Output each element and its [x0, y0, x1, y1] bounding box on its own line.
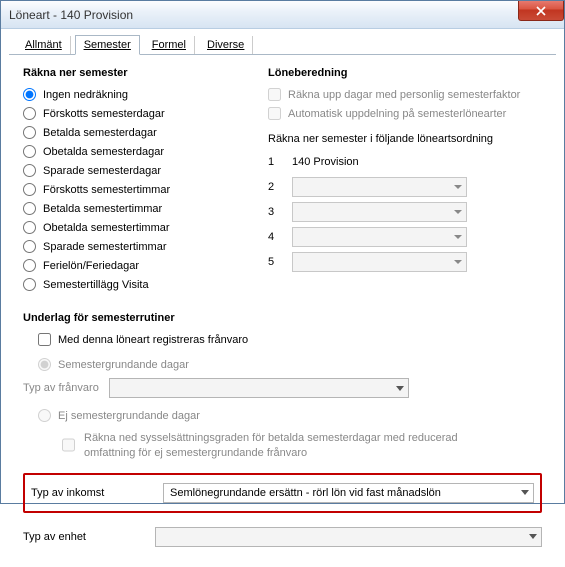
check-auto-uppdelning: Automatisk uppdelning på semesterlöneart…: [268, 104, 542, 123]
order-row-3: 3: [268, 201, 542, 223]
tab-allmant[interactable]: Allmänt: [17, 36, 71, 54]
typ-inkomst-highlight: Typ av inkomst Semlönegrundande ersättn …: [23, 473, 542, 513]
window-title: Löneart - 140 Provision: [9, 8, 133, 22]
check-franvaro[interactable]: Med denna löneart registreras frånvaro: [38, 330, 542, 349]
typ-inkomst-select[interactable]: Semlönegrundande ersättn - rörl lön vid …: [163, 483, 534, 503]
chevron-down-icon: [454, 185, 462, 189]
order-row-5: 5: [268, 251, 542, 273]
tab-diverse[interactable]: Diverse: [199, 36, 253, 54]
radio-ingen[interactable]: Ingen nedräkning: [23, 85, 238, 104]
chevron-down-icon: [454, 260, 462, 264]
loneberedning-title: Löneberedning: [268, 67, 542, 79]
order-label: Räkna ner semester i följande löneartsor…: [268, 133, 542, 145]
franvaro-type-select: [109, 378, 409, 398]
check-rakna-ned-syssel: Räkna ned sysselsättningsgraden för beta…: [58, 431, 542, 461]
typ-enhet-label: Typ av enhet: [23, 531, 143, 543]
dialog-window: Löneart - 140 Provision Allmänt Semester…: [0, 0, 565, 504]
radio-semgrund-dagar: Semestergrundande dagar: [38, 355, 542, 374]
radio-betalda-timmar[interactable]: Betalda semestertimmar: [23, 199, 238, 218]
order-value-1: 140 Provision: [292, 156, 542, 168]
order-select-5: [292, 252, 467, 272]
radio-forskotts-timmar[interactable]: Förskotts semestertimmar: [23, 180, 238, 199]
chevron-down-icon: [521, 490, 529, 495]
chevron-down-icon: [454, 235, 462, 239]
typ-enhet-select: [155, 527, 542, 547]
check-rakna-upp: Räkna upp dagar med personlig semesterfa…: [268, 85, 542, 104]
order-select-3: [292, 202, 467, 222]
radio-obetalda-timmar[interactable]: Obetalda semestertimmar: [23, 218, 238, 237]
tab-semester[interactable]: Semester: [75, 35, 140, 55]
typ-inkomst-label: Typ av inkomst: [31, 487, 151, 499]
franvaro-type-label: Typ av frånvaro: [23, 382, 99, 394]
radio-ej-semgrund-dagar: Ej semestergrundande dagar: [38, 406, 542, 425]
radio-betalda-dagar[interactable]: Betalda semesterdagar: [23, 123, 238, 142]
radio-ferielon[interactable]: Ferielön/Feriedagar: [23, 256, 238, 275]
order-row-2: 2: [268, 176, 542, 198]
close-button[interactable]: [518, 1, 564, 21]
titlebar: Löneart - 140 Provision: [1, 1, 564, 29]
underlag-title: Underlag för semesterrutiner: [23, 312, 542, 324]
chevron-down-icon: [396, 386, 404, 391]
radio-sparade-timmar[interactable]: Sparade semestertimmar: [23, 237, 238, 256]
rakna-title: Räkna ner semester: [23, 67, 238, 79]
order-row-1: 1 140 Provision: [268, 151, 542, 173]
typ-inkomst-value: Semlönegrundande ersättn - rörl lön vid …: [170, 487, 441, 499]
radio-obetalda-dagar[interactable]: Obetalda semesterdagar: [23, 142, 238, 161]
order-row-4: 4: [268, 226, 542, 248]
order-select-4: [292, 227, 467, 247]
radio-visita[interactable]: Semestertillägg Visita: [23, 275, 238, 294]
radio-sparade-dagar[interactable]: Sparade semesterdagar: [23, 161, 238, 180]
order-select-2: [292, 177, 467, 197]
tab-strip: Allmänt Semester Formel Diverse: [9, 33, 556, 55]
chevron-down-icon: [529, 534, 537, 539]
tab-formel[interactable]: Formel: [144, 36, 195, 54]
chevron-down-icon: [454, 210, 462, 214]
radio-forskotts-dagar[interactable]: Förskotts semesterdagar: [23, 104, 238, 123]
